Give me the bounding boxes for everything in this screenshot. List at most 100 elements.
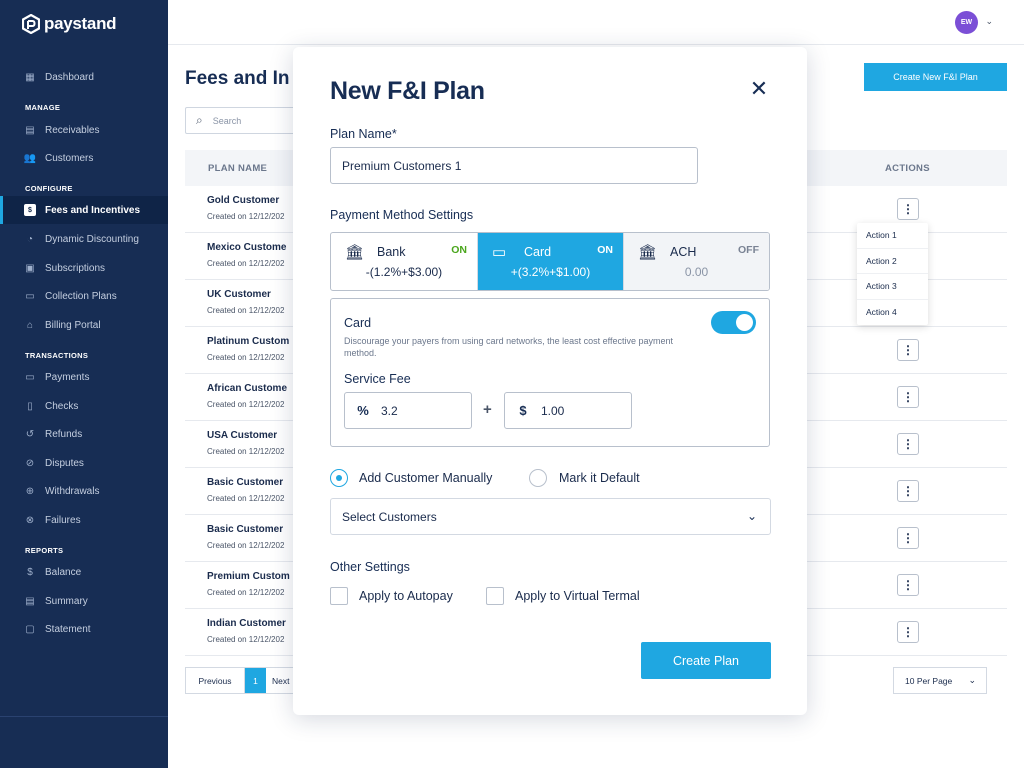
previous-page-button[interactable]: Previous (186, 668, 245, 693)
autopay-label: Apply to Autopay (359, 589, 453, 603)
page-title: Fees and In (185, 68, 290, 89)
kebab-menu-icon[interactable]: ⋮ (897, 386, 919, 408)
status-badge: ON (597, 244, 613, 256)
plus-sign: + (483, 401, 492, 418)
list-icon: ▤ (25, 124, 35, 136)
sidebar-divider (0, 716, 168, 717)
dollar-fee-input[interactable]: $ 1.00 (504, 392, 632, 429)
summary-icon: ▤ (25, 595, 35, 607)
card-enabled-toggle[interactable] (711, 311, 756, 334)
sidebar-item-subscriptions[interactable]: ▣ Subscriptions (0, 254, 168, 282)
topbar: EW ⌄ (168, 0, 1024, 45)
sidebar-item-failures[interactable]: ⊗ Failures (0, 506, 168, 534)
close-icon[interactable]: ✕ (749, 78, 769, 100)
sidebar-item-dynamic-discounting[interactable]: ◔ Dynamic Discounting (0, 225, 168, 253)
modal-title: New F&I Plan (330, 77, 485, 105)
check-icon: ▯ (27, 400, 33, 412)
method-card[interactable]: ▭ Card ON +(3.2%+$1.00) (477, 233, 623, 290)
kebab-menu-icon[interactable]: ⋮ (897, 339, 919, 361)
subscriptions-icon: ▣ (25, 262, 35, 274)
row-name: African Custome (207, 383, 288, 394)
card-settings-title: Card (344, 316, 372, 330)
sidebar-item-disputes[interactable]: ⊘ Disputes (0, 449, 168, 477)
sidebar-item-refunds[interactable]: ↺ Refunds (0, 420, 168, 448)
method-fee: +(3.2%+$1.00) (510, 265, 591, 279)
kebab-menu-icon[interactable]: ⋮ (897, 433, 919, 455)
chevron-down-icon[interactable]: ⌄ (985, 16, 993, 27)
col-actions: ACTIONS (885, 163, 930, 174)
row-date: Created on 12/12/202 (207, 259, 285, 268)
row-name: USA Customer (207, 430, 278, 441)
sidebar-item-withdrawals[interactable]: ⊕ Withdrawals (0, 477, 168, 505)
per-page-select[interactable]: 10 Per Page ⌄ (893, 667, 987, 694)
method-bank[interactable]: 🏛 Bank ON -(1.2%+$3.00) (331, 233, 477, 290)
section-configure: CONFIGURE (25, 184, 73, 193)
method-ach[interactable]: 🏛 ACH OFF 0.00 (623, 233, 769, 290)
dollar-icon: $ (519, 403, 527, 418)
basket-icon: ⌂ (26, 319, 34, 331)
autopay-checkbox[interactable] (330, 587, 348, 605)
chevron-down-icon: ⌄ (968, 675, 976, 685)
discount-icon: ◔ (26, 233, 34, 245)
create-new-plan-button[interactable]: Create New F&I Plan (864, 63, 1007, 91)
failure-icon: ⊗ (25, 514, 35, 526)
card-settings-description: Discourage your payers from using card n… (344, 336, 673, 359)
row-date: Created on 12/12/202 (207, 588, 285, 597)
sidebar-item-balance[interactable]: $ Balance (0, 558, 168, 586)
method-fee: 0.00 (684, 265, 709, 279)
percent-fee-input[interactable]: % 3.2 (344, 392, 472, 429)
grid-icon: ▦ (25, 71, 35, 83)
menu-item-action-2[interactable]: Action 2 (857, 249, 928, 274)
bank-icon: 🏛 (345, 244, 365, 261)
row-name: Mexico Custome (207, 242, 287, 253)
kebab-menu-icon[interactable]: ⋮ (897, 574, 919, 596)
service-fee-label: Service Fee (344, 372, 411, 386)
row-date: Created on 12/12/202 (207, 494, 285, 503)
row-date: Created on 12/12/202 (207, 635, 285, 644)
sidebar-item-fees-and-incentives[interactable]: $ Fees and Incentives (0, 196, 168, 224)
sidebar-item-summary[interactable]: ▤ Summary (0, 587, 168, 615)
plan-name-input[interactable] (330, 147, 698, 184)
row-name: Platinum Custom (207, 336, 290, 347)
virtual-terminal-label: Apply to Virtual Termal (515, 589, 640, 603)
sidebar-item-receivables[interactable]: ▤ Receivables (0, 116, 168, 144)
mark-default-label: Mark it Default (559, 471, 640, 485)
avatar[interactable]: EW (955, 11, 978, 34)
sidebar-item-customers[interactable]: 👥 Customers (0, 144, 168, 172)
add-manually-label: Add Customer Manually (359, 471, 493, 485)
kebab-menu-icon[interactable]: ⋮ (897, 527, 919, 549)
brand-logo[interactable]: paystand (22, 14, 117, 34)
statement-icon: ▢ (25, 623, 35, 635)
sidebar-item-payments[interactable]: ▭ Payments (0, 363, 168, 391)
select-customers-dropdown[interactable]: Select Customers ⌄ (330, 498, 771, 535)
mark-default-radio[interactable] (529, 469, 547, 487)
dollar-icon: $ (27, 566, 33, 578)
sidebar-item-dashboard[interactable]: ▦ Dashboard (0, 63, 168, 91)
row-date: Created on 12/12/202 (207, 212, 285, 221)
credit-card-icon: ▭ (492, 244, 507, 261)
kebab-menu-icon[interactable]: ⋮ (897, 480, 919, 502)
search-input[interactable]: ⌕ Search (185, 107, 305, 134)
dispute-icon: ⊘ (25, 457, 35, 469)
add-manually-radio[interactable] (330, 469, 348, 487)
kebab-menu-icon[interactable]: ⋮ (897, 198, 919, 220)
kebab-menu-icon[interactable]: ⋮ (897, 621, 919, 643)
calendar-icon: ▭ (25, 290, 35, 302)
refund-icon: ↺ (25, 428, 35, 440)
menu-item-action-3[interactable]: Action 3 (857, 274, 928, 300)
chevron-down-icon: ⌄ (746, 509, 757, 523)
sidebar: paystand ▦ Dashboard MANAGE ▤ Receivable… (0, 0, 168, 768)
menu-item-action-1[interactable]: Action 1 (857, 223, 928, 249)
payments-icon: ▭ (25, 371, 35, 383)
brand-name: paystand (44, 14, 117, 33)
page-1-button[interactable]: 1 (245, 668, 266, 693)
sidebar-item-checks[interactable]: ▯ Checks (0, 392, 168, 420)
sidebar-item-collection-plans[interactable]: ▭ Collection Plans (0, 282, 168, 310)
virtual-terminal-checkbox[interactable] (486, 587, 504, 605)
payment-settings-label: Payment Method Settings (330, 208, 474, 222)
create-plan-button[interactable]: Create Plan (641, 642, 771, 679)
row-date: Created on 12/12/202 (207, 353, 285, 362)
menu-item-action-4[interactable]: Action 4 (857, 300, 928, 326)
sidebar-item-statement[interactable]: ▢ Statement (0, 615, 168, 643)
sidebar-item-billing-portal[interactable]: ⌂ Billing Portal (0, 311, 168, 339)
